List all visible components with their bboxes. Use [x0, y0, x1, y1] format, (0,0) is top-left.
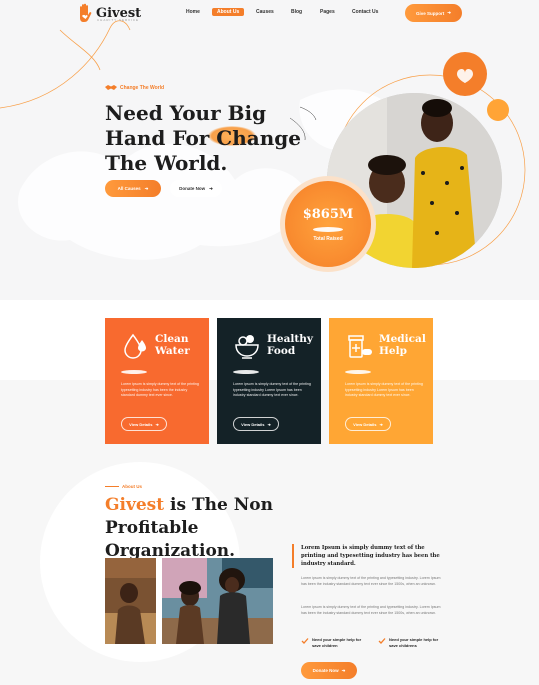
- nav-causes[interactable]: Causes: [256, 8, 274, 16]
- cause-card-clean-water: Clean Water Lorem ipsum is simply dummy …: [105, 318, 209, 444]
- about-donate-now-button[interactable]: Donate Now ➜: [301, 662, 357, 679]
- donate-now-label: Donate Now: [179, 186, 206, 191]
- about-photo-child: [105, 558, 156, 644]
- card-title: Healthy Food: [267, 333, 321, 357]
- site-header: Givest CHARITY SERVICE Home About Us Cau…: [0, 0, 539, 28]
- view-details-label: View Details: [353, 421, 377, 427]
- about-tag: About Us: [105, 484, 142, 489]
- about-paragraph-1: Lorem ipsum is simply dummy text of the …: [301, 576, 441, 586]
- nav-about-us[interactable]: About Us: [212, 8, 245, 16]
- check-icon: [301, 638, 309, 644]
- card-title-line-2: Water: [155, 345, 190, 357]
- checklist-item-text: Need your simple help for save childrens: [389, 637, 439, 648]
- all-causes-button[interactable]: All Causes ➜: [105, 180, 161, 197]
- checklist-item-1: Need your simple help for save children: [301, 637, 371, 649]
- orange-decor-dot: [487, 99, 509, 121]
- arrow-right-icon: ➜: [209, 185, 213, 191]
- all-causes-label: All Causes: [117, 186, 141, 191]
- card-title-line-1: Medical: [379, 333, 426, 345]
- card-title: Medical Help: [379, 333, 433, 357]
- checklist-item-text: Need your simple help for save children: [312, 637, 362, 648]
- checklist-item-2: Need your simple help for save childrens: [378, 637, 448, 649]
- card-title-line-1: Healthy: [267, 333, 313, 345]
- hand-logo-icon: [80, 3, 92, 22]
- about-heading-brand: Givest: [105, 495, 165, 515]
- logo[interactable]: Givest CHARITY SERVICE: [77, 3, 141, 23]
- food-bowl-icon: [235, 335, 259, 359]
- about-photo-kids: [162, 558, 273, 644]
- hero-headline-line-1: Need Your Big: [105, 101, 267, 125]
- brush-stroke: [345, 370, 371, 374]
- donate-now-button[interactable]: Donate Now ➜: [170, 180, 222, 197]
- cause-card-healthy-food: Healthy Food Lorem ipsum is simply dummy…: [217, 318, 321, 444]
- hero-headline: Need Your Big Hand For Change The World.: [105, 101, 305, 176]
- card-description: Lorem ipsum is simply dummy text of the …: [121, 382, 199, 397]
- about-lead-text: Lorem Ipsum is simply dummy text of the …: [292, 544, 442, 568]
- hero-headline-line-2a: Hand For: [105, 126, 210, 150]
- logo-subtitle: CHARITY SERVICE: [97, 18, 140, 22]
- heart-hand-icon: [457, 68, 473, 83]
- brush-stroke: [313, 226, 343, 232]
- card-title: Clean Water: [155, 333, 209, 357]
- hero-tagline: Change The World: [105, 84, 164, 91]
- total-raised-label: Total Raised: [313, 235, 343, 242]
- about-tag-text: About Us: [122, 484, 142, 489]
- kids-photo-illustration: [162, 558, 273, 644]
- arrow-right-icon: ➜: [144, 185, 149, 191]
- medicine-icon: [348, 335, 372, 358]
- view-details-label: View Details: [241, 421, 265, 427]
- child-photo-illustration: [105, 558, 156, 644]
- arrow-right-icon: ➜: [379, 421, 383, 427]
- arrow-right-icon: ➜: [267, 421, 271, 427]
- total-raised-amount: $865M: [302, 206, 354, 222]
- about-paragraph-2: Lorem ipsum is simply dummy text of the …: [301, 605, 441, 615]
- donate-now-label: Donate Now: [312, 668, 339, 673]
- check-icon: [378, 638, 386, 644]
- card-title-line-2: Food: [267, 345, 296, 357]
- brush-stroke: [121, 370, 147, 374]
- card-description: Lorem ipsum is simply dummy text of the …: [345, 382, 423, 397]
- brush-stroke: [233, 370, 259, 374]
- view-details-button[interactable]: View Details ➜: [345, 417, 391, 431]
- hero-tagline-text: Change The World: [120, 84, 165, 91]
- hero-headline-line-3: The World.: [105, 151, 228, 175]
- tag-dash: [105, 486, 119, 487]
- card-description: Lorem ipsum is simply dummy text of the …: [233, 382, 311, 397]
- nav-contact-us[interactable]: Contact Us: [352, 8, 378, 16]
- water-drops-icon: [124, 333, 146, 359]
- view-details-button[interactable]: View Details ➜: [121, 417, 167, 431]
- nav-home[interactable]: Home: [186, 8, 200, 16]
- cause-card-medical-help: Medical Help Lorem ipsum is simply dummy…: [329, 318, 433, 444]
- hero-headline-highlight: Change: [216, 126, 301, 150]
- total-raised-badge: $865M Total Raised: [280, 176, 376, 272]
- arrow-right-icon: ➜: [447, 10, 452, 15]
- arrow-right-icon: ➜: [341, 667, 346, 673]
- view-details-button[interactable]: View Details ➜: [233, 417, 279, 431]
- nav-blog[interactable]: Blog: [291, 8, 302, 16]
- card-title-line-2: Help: [379, 345, 407, 357]
- arrow-right-icon: ➜: [155, 421, 159, 427]
- give-support-label: Give Support: [415, 10, 445, 16]
- view-details-label: View Details: [129, 421, 153, 427]
- nav-pages[interactable]: Pages: [320, 8, 335, 16]
- card-title-line-1: Clean: [155, 333, 189, 345]
- orange-decor-blob: [443, 52, 487, 96]
- give-support-button[interactable]: Give Support ➜: [405, 4, 462, 22]
- handshake-icon: [105, 85, 117, 90]
